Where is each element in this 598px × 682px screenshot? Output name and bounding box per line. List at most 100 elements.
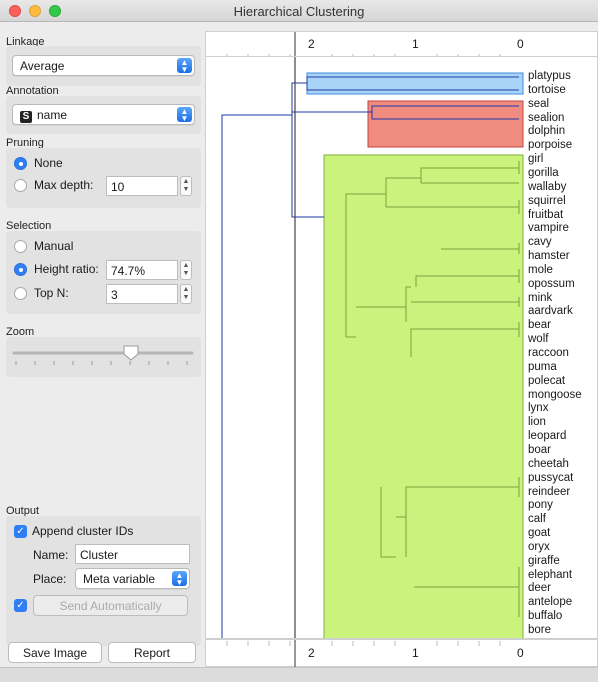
- leaf-label[interactable]: aardvark: [528, 305, 573, 318]
- leaf-label[interactable]: pussycat: [528, 472, 573, 485]
- leaf-label[interactable]: puma: [528, 361, 557, 374]
- zoom-slider-handle[interactable]: [123, 345, 139, 361]
- window: Hierarchical Clustering Linkage Average …: [0, 0, 598, 682]
- control-panel: Linkage Average ▲ ▼ Annotation Sname ▲ ▼ P…: [0, 22, 205, 667]
- window-title: Hierarchical Clustering: [233, 4, 365, 19]
- leaf-label[interactable]: opossum: [528, 278, 575, 291]
- selection-group: Manual Height ratio: 74.7% ▲ ▼ Top N: 3 ▲…: [6, 231, 201, 314]
- leaf-label[interactable]: deer: [528, 582, 551, 595]
- leaf-label[interactable]: mongoose: [528, 389, 582, 402]
- selection-manual-radio[interactable]: [14, 240, 27, 253]
- bottom-tick-label: 2: [308, 646, 315, 660]
- max-depth-label: Max depth:: [34, 178, 94, 192]
- leaf-label[interactable]: antelope: [528, 596, 572, 609]
- leaf-label[interactable]: cheetah: [528, 458, 569, 471]
- zoom-group: [6, 337, 201, 377]
- leaf-label[interactable]: lynx: [528, 402, 548, 415]
- leaf-label[interactable]: buffalo: [528, 610, 562, 623]
- append-cluster-ids-checkbox[interactable]: ✓: [14, 525, 27, 538]
- cluster-name-input[interactable]: Cluster: [75, 544, 190, 564]
- output-group: ✓ Append cluster IDs Name: Cluster Place…: [6, 516, 201, 646]
- selection-height-ratio-radio[interactable]: [14, 263, 27, 276]
- leaf-label[interactable]: gorilla: [528, 167, 559, 180]
- report-button[interactable]: Report: [108, 642, 196, 663]
- leaf-label[interactable]: dolphin: [528, 125, 565, 138]
- top-n-input[interactable]: 3: [106, 284, 178, 304]
- string-variable-icon: S: [20, 111, 32, 123]
- leaf-label[interactable]: squirrel: [528, 195, 566, 208]
- leaf-label[interactable]: bore: [528, 624, 551, 637]
- leaf-label[interactable]: fruitbat: [528, 209, 563, 222]
- send-automatically-checkbox[interactable]: ✓: [14, 599, 27, 612]
- pruning-max-depth-radio[interactable]: [14, 179, 27, 192]
- place-value: Meta variable: [83, 572, 156, 586]
- annotation-combo[interactable]: Sname ▲ ▼: [12, 104, 195, 125]
- leaf-label[interactable]: mink: [528, 292, 552, 305]
- leaf-label[interactable]: goat: [528, 527, 550, 540]
- leaf-label[interactable]: vampire: [528, 222, 569, 235]
- bottom-tick-label: 0: [517, 646, 524, 660]
- leaf-label[interactable]: sealion: [528, 112, 564, 125]
- leaf-label[interactable]: mole: [528, 264, 553, 277]
- linkage-combo[interactable]: Average ▲ ▼: [12, 55, 195, 76]
- max-depth-stepper[interactable]: ▲ ▼: [180, 176, 192, 196]
- leaf-label[interactable]: wolf: [528, 333, 548, 346]
- leaf-label[interactable]: leopard: [528, 430, 566, 443]
- leaf-label[interactable]: calf: [528, 513, 546, 526]
- zoom-slider[interactable]: [6, 337, 201, 377]
- dendrogram-area: 2 1 0 platypus tortoise seal sealion dol…: [205, 22, 598, 668]
- status-bar: [0, 667, 598, 682]
- pruning-none-radio[interactable]: [14, 157, 27, 170]
- max-depth-input[interactable]: 10: [106, 176, 178, 196]
- manual-label: Manual: [34, 239, 74, 253]
- leaf-label[interactable]: oryx: [528, 541, 550, 554]
- combo-arrows-icon: ▲ ▼: [177, 107, 192, 123]
- dendrogram-plot: platypus tortoise seal sealion dolphin porpoi…: [205, 56, 598, 639]
- cluster-2-highlight: [367, 100, 524, 148]
- leaf-label[interactable]: pony: [528, 499, 553, 512]
- zoom-slider-ticks: [15, 361, 188, 365]
- leaf-label[interactable]: girl: [528, 153, 543, 166]
- cluster-1-highlight: [306, 72, 524, 95]
- place-combo[interactable]: Meta variable ▲ ▼: [75, 568, 190, 589]
- leaf-label[interactable]: tortoise: [528, 84, 566, 97]
- leaf-label[interactable]: lion: [528, 416, 546, 429]
- save-image-button[interactable]: Save Image: [8, 642, 102, 663]
- bottom-axis: 2 1 0: [205, 639, 598, 668]
- leaf-label[interactable]: cavy: [528, 236, 552, 249]
- top-n-label: Top N:: [34, 286, 69, 300]
- selection-top-n-radio[interactable]: [14, 287, 27, 300]
- leaf-label[interactable]: bear: [528, 319, 551, 332]
- bottom-minor-ticks: [226, 641, 501, 646]
- leaf-label[interactable]: porpoise: [528, 139, 572, 152]
- height-ratio-stepper[interactable]: ▲ ▼: [180, 260, 192, 280]
- leaf-label[interactable]: reindeer: [528, 486, 570, 499]
- leaf-label[interactable]: seal: [528, 98, 549, 111]
- pruning-none-label: None: [34, 156, 63, 170]
- height-ratio-input[interactable]: 74.7%: [106, 260, 178, 280]
- top-tick-label: 2: [308, 37, 315, 51]
- append-cluster-ids-label: Append cluster IDs: [32, 524, 134, 538]
- place-label: Place:: [33, 572, 67, 586]
- combo-arrows-icon: ▲ ▼: [172, 571, 187, 587]
- bottom-tick-label: 1: [412, 646, 419, 660]
- send-automatically-button[interactable]: Send Automatically: [33, 595, 188, 616]
- cluster-3-highlight: [323, 154, 524, 638]
- leaf-label[interactable]: platypus: [528, 70, 571, 83]
- top-tick-label: 0: [517, 37, 524, 51]
- height-ratio-label: Height ratio:: [34, 262, 99, 276]
- bottom-axis-ticks: [226, 640, 501, 668]
- top-axis: 2 1 0: [205, 31, 598, 60]
- leaf-label[interactable]: polecat: [528, 375, 565, 388]
- leaf-label[interactable]: elephant: [528, 569, 572, 582]
- annotation-group: Sname ▲ ▼: [6, 96, 201, 134]
- leaf-label[interactable]: raccoon: [528, 347, 569, 360]
- leaf-label[interactable]: boar: [528, 444, 551, 457]
- leaf-label[interactable]: wallaby: [528, 181, 566, 194]
- leaf-label[interactable]: hamster: [528, 250, 570, 263]
- top-tick-label: 1: [412, 37, 419, 51]
- top-n-stepper[interactable]: ▲ ▼: [180, 284, 192, 304]
- annotation-value: name: [37, 108, 68, 122]
- linkage-group: Average ▲ ▼: [6, 46, 201, 86]
- leaf-label[interactable]: giraffe: [528, 555, 560, 568]
